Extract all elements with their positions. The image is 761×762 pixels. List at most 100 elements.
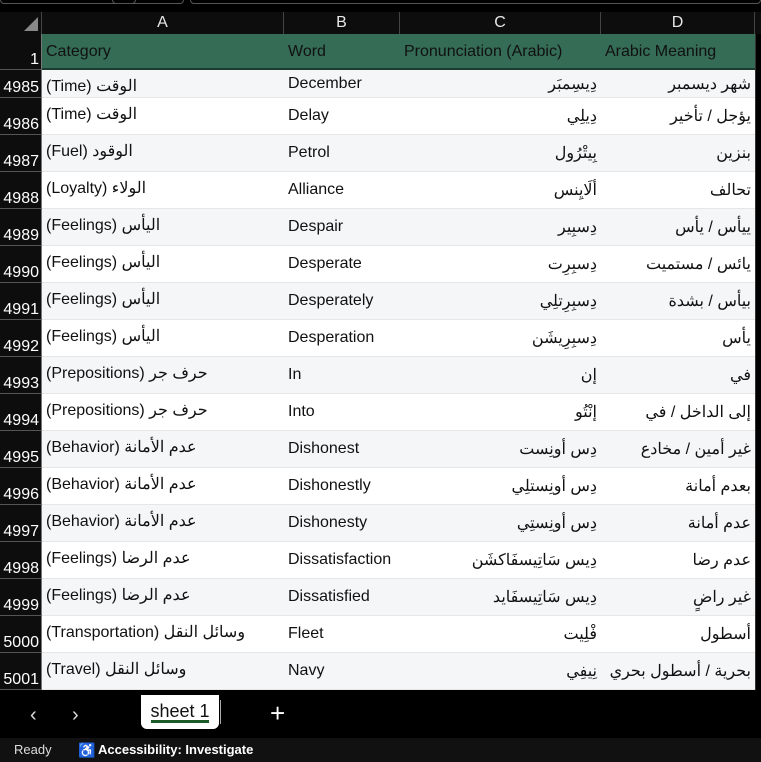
cell-meaning[interactable]: غير أمين / مخادع: [601, 431, 755, 468]
cell-category[interactable]: (Travel) وسائل النقل: [42, 653, 284, 690]
cell-category[interactable]: (Behavior) عدم الأمانة: [42, 468, 284, 505]
row-number[interactable]: 4995: [0, 431, 42, 468]
cell-word[interactable]: Alliance: [284, 172, 400, 209]
cell-category[interactable]: (Feelings) عدم الرضا: [42, 542, 284, 579]
column-header-d[interactable]: D: [601, 12, 755, 34]
row-number[interactable]: 4987: [0, 135, 42, 172]
cell-category[interactable]: (Fuel) الوقود: [42, 135, 284, 172]
cell-pronunciation[interactable]: دِسبِير: [400, 209, 601, 246]
row-number[interactable]: 4992: [0, 320, 42, 357]
cell-meaning[interactable]: يائس / مستميت: [601, 246, 755, 283]
column-header-a[interactable]: A: [42, 12, 284, 34]
cell-word[interactable]: Dishonestly: [284, 468, 400, 505]
row-number[interactable]: 4998: [0, 542, 42, 579]
cell-pronunciation[interactable]: إن: [400, 357, 601, 394]
cell-word[interactable]: Fleet: [284, 616, 400, 653]
cell-pronunciation[interactable]: دِس أونِست: [400, 431, 601, 468]
cell-category[interactable]: (Feelings) اليأس: [42, 283, 284, 320]
header-cell-word[interactable]: Word: [284, 34, 400, 70]
cell-word[interactable]: Dissatisfied: [284, 579, 400, 616]
cell-word[interactable]: In: [284, 357, 400, 394]
cell-word[interactable]: Desperately: [284, 283, 400, 320]
cell-meaning[interactable]: في: [601, 357, 755, 394]
cell-pronunciation[interactable]: فْلِيت: [400, 616, 601, 653]
cell-pronunciation[interactable]: دِيسِمبَر: [400, 70, 601, 98]
row-number[interactable]: 4997: [0, 505, 42, 542]
cell-pronunciation[interactable]: دِسبِرِيشَن: [400, 320, 601, 357]
column-header-c[interactable]: C: [400, 12, 601, 34]
cell-word[interactable]: Despair: [284, 209, 400, 246]
row-number[interactable]: 5000: [0, 616, 42, 653]
accessibility-status[interactable]: Accessibility: Investigate: [98, 742, 253, 757]
row-number[interactable]: 4985: [0, 70, 42, 98]
cell-pronunciation[interactable]: إنْتُو: [400, 394, 601, 431]
row-number[interactable]: 4989: [0, 209, 42, 246]
cell-category[interactable]: (Time) الوقت: [42, 98, 284, 135]
cell-word[interactable]: December: [284, 70, 400, 98]
cell-meaning[interactable]: عدم أمانة: [601, 505, 755, 542]
cell-meaning[interactable]: عدم رضا: [601, 542, 755, 579]
toolbar-control[interactable]: [112, 0, 184, 4]
row-number[interactable]: 4996: [0, 468, 42, 505]
column-header-b[interactable]: B: [284, 12, 400, 34]
cell-category[interactable]: (Loyalty) الولاء: [42, 172, 284, 209]
row-number[interactable]: 4993: [0, 357, 42, 394]
cell-category[interactable]: (Feelings) اليأس: [42, 246, 284, 283]
cell-meaning[interactable]: بعدم أمانة: [601, 468, 755, 505]
cell-word[interactable]: Desperate: [284, 246, 400, 283]
cell-word[interactable]: Into: [284, 394, 400, 431]
cell-category[interactable]: (Prepositions) حرف جر: [42, 394, 284, 431]
cell-category[interactable]: (Feelings) اليأس: [42, 320, 284, 357]
cell-category[interactable]: (Behavior) عدم الأمانة: [42, 505, 284, 542]
row-number[interactable]: 1: [0, 34, 42, 70]
cell-word[interactable]: Desperation: [284, 320, 400, 357]
cell-pronunciation[interactable]: دِيلِي: [400, 98, 601, 135]
cell-pronunciation[interactable]: بِيتْرُول: [400, 135, 601, 172]
row-number[interactable]: 4990: [0, 246, 42, 283]
cell-pronunciation[interactable]: ألَايِنس: [400, 172, 601, 209]
header-cell-category[interactable]: Category: [42, 34, 284, 70]
row-number[interactable]: 4991: [0, 283, 42, 320]
accessibility-icon[interactable]: ♿: [78, 742, 95, 759]
cell-pronunciation[interactable]: دِسبِرِت: [400, 246, 601, 283]
cell-category[interactable]: (Behavior) عدم الأمانة: [42, 431, 284, 468]
prev-sheet-icon[interactable]: ‹: [30, 704, 37, 727]
header-cell-pronunciation[interactable]: Pronunciation (Arabic): [400, 34, 601, 70]
cell-meaning[interactable]: غير راضٍ: [601, 579, 755, 616]
cell-word[interactable]: Dishonesty: [284, 505, 400, 542]
cell-category[interactable]: (Prepositions) حرف جر: [42, 357, 284, 394]
cell-pronunciation[interactable]: دِيس سَاتِيسفَاكشَن: [400, 542, 601, 579]
cell-meaning[interactable]: تحالف: [601, 172, 755, 209]
cell-meaning[interactable]: شهر ديسمبر: [601, 70, 755, 98]
cell-meaning[interactable]: إلى الداخل / في: [601, 394, 755, 431]
row-number[interactable]: 4994: [0, 394, 42, 431]
cell-word[interactable]: Navy: [284, 653, 400, 690]
cell-meaning[interactable]: ييأس / يأس: [601, 209, 755, 246]
row-number[interactable]: 4999: [0, 579, 42, 616]
row-number[interactable]: 4988: [0, 172, 42, 209]
cell-pronunciation[interactable]: دِسبِرِتلِي: [400, 283, 601, 320]
cell-word[interactable]: Dissatisfaction: [284, 542, 400, 579]
header-cell-meaning[interactable]: Arabic Meaning: [601, 34, 755, 70]
cell-pronunciation[interactable]: دِس أونِستِي: [400, 505, 601, 542]
select-all-button[interactable]: [0, 12, 42, 34]
cell-category[interactable]: (Time) الوقت: [42, 70, 284, 98]
row-number[interactable]: 5001: [0, 653, 42, 690]
cell-pronunciation[interactable]: نِيفِي: [400, 653, 601, 690]
cell-pronunciation[interactable]: دِس أونِستلِي: [400, 468, 601, 505]
cell-meaning[interactable]: أسطول: [601, 616, 755, 653]
cell-word[interactable]: Petrol: [284, 135, 400, 172]
add-sheet-button[interactable]: +: [270, 698, 285, 729]
cell-word[interactable]: Delay: [284, 98, 400, 135]
cell-category[interactable]: (Feelings) عدم الرضا: [42, 579, 284, 616]
cell-meaning[interactable]: يؤجل / تأخير: [601, 98, 755, 135]
cell-meaning[interactable]: بيأس / بشدة: [601, 283, 755, 320]
formula-bar[interactable]: [190, 0, 761, 4]
cell-pronunciation[interactable]: دِيس سَاتِيسفَايد: [400, 579, 601, 616]
cell-meaning[interactable]: بنزين: [601, 135, 755, 172]
next-sheet-icon[interactable]: ›: [72, 704, 79, 727]
cell-category[interactable]: (Feelings) اليأس: [42, 209, 284, 246]
row-number[interactable]: 4986: [0, 98, 42, 135]
sheet-tab[interactable]: sheet 1: [141, 695, 219, 729]
cell-category[interactable]: (Transportation) وسائل النقل: [42, 616, 284, 653]
